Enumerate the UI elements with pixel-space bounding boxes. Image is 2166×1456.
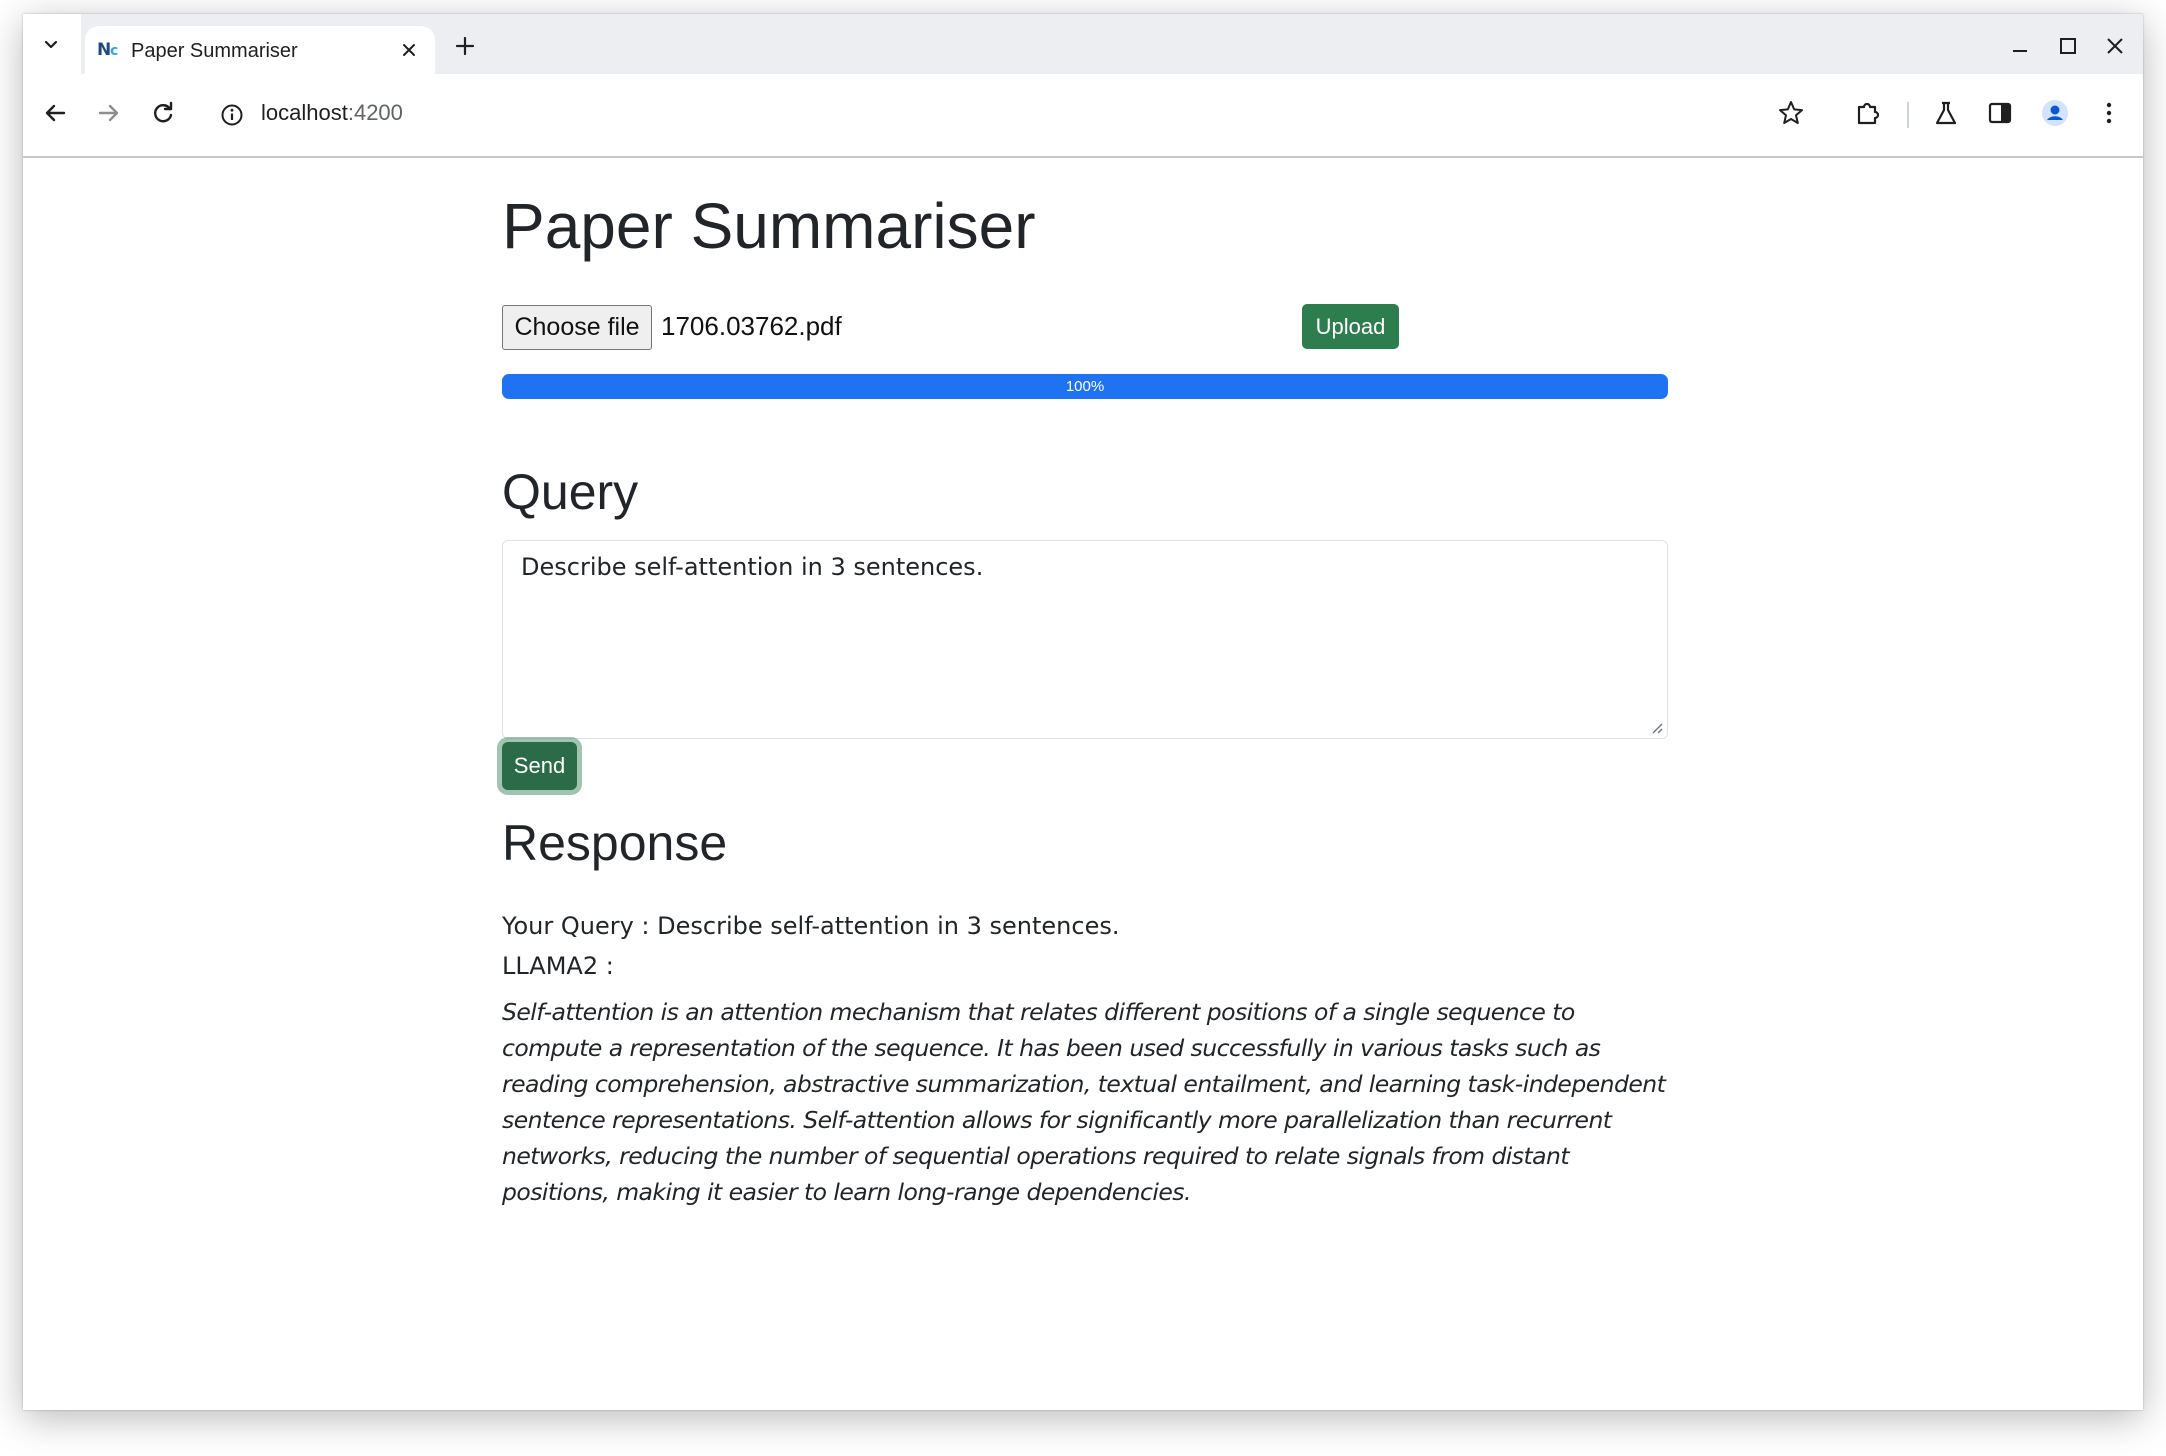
svg-text:c: c [110, 43, 118, 59]
choose-file-button[interactable]: Choose file [502, 305, 652, 350]
url-text[interactable]: localhost:4200 [261, 100, 403, 126]
tab-search-button[interactable] [31, 24, 71, 64]
resize-grip-icon[interactable] [1651, 722, 1663, 734]
response-answer: Self-attention is an attention mechanism… [502, 998, 1666, 1206]
flask-icon [1935, 101, 1957, 125]
info-icon[interactable] [219, 102, 245, 128]
puzzle-icon [1857, 102, 1880, 125]
model-label: LLAMA2 : [502, 952, 614, 980]
send-button[interactable]: Send [502, 742, 577, 790]
app-favicon-icon: N c [97, 40, 118, 60]
query-text: Describe self-attention in 3 sentences. [521, 553, 984, 581]
query-input[interactable]: Describe self-attention in 3 sentences. [502, 540, 1668, 739]
progress-bar-fill: 100% [502, 374, 1668, 399]
avatar-icon [2042, 100, 2068, 126]
plus-icon[interactable] [451, 32, 479, 60]
menu-button[interactable] [2094, 98, 2124, 128]
kebab-menu-icon [2106, 102, 2112, 124]
url-port: :4200 [347, 100, 403, 125]
star-icon [1779, 101, 1803, 124]
forward-button[interactable] [94, 98, 124, 128]
browser-window: N c Paper Summariser localhost:4200 Pape… [23, 14, 2143, 1410]
page-viewport: Paper Summariser Choose file 1706.03762.… [23, 159, 2143, 1410]
selected-file-name: 1706.03762.pdf [661, 311, 842, 341]
response-heading: Response [502, 815, 728, 871]
url-host: localhost [261, 100, 348, 125]
close-window-icon[interactable] [2103, 34, 2127, 58]
page-title: Paper Summariser [502, 190, 1036, 262]
side-panel-icon [1988, 102, 2012, 124]
labs-button[interactable] [1931, 98, 1961, 128]
profile-button[interactable] [2040, 98, 2070, 128]
reload-icon [154, 101, 173, 123]
upload-progress: 100% [502, 374, 1668, 399]
arrow-left-icon [45, 104, 66, 122]
toolbar-separator [1907, 102, 1909, 128]
reload-button[interactable] [148, 98, 178, 128]
close-icon[interactable] [399, 40, 419, 60]
your-query-text: Your Query : Describe self-attention in … [502, 912, 1120, 940]
arrow-right-icon [98, 104, 119, 122]
back-button[interactable] [40, 98, 70, 128]
tab-title: Paper Summariser [131, 40, 298, 62]
address-bar[interactable]: localhost:4200 [201, 84, 1841, 146]
browser-toolbar: localhost:4200 [23, 74, 2143, 158]
bookmark-button[interactable] [1776, 98, 1806, 128]
tab-paper-summariser[interactable]: N c Paper Summariser [85, 26, 435, 80]
upload-button[interactable]: Upload [1302, 304, 1399, 349]
maximize-icon[interactable] [2056, 34, 2080, 58]
minimize-icon[interactable] [2008, 34, 2032, 58]
side-panel-button[interactable] [1985, 98, 2015, 128]
query-heading: Query [502, 464, 639, 520]
chevron-down-icon [44, 40, 58, 49]
tab-strip: N c Paper Summariser [23, 14, 2143, 80]
extensions-button[interactable] [1853, 98, 1883, 128]
